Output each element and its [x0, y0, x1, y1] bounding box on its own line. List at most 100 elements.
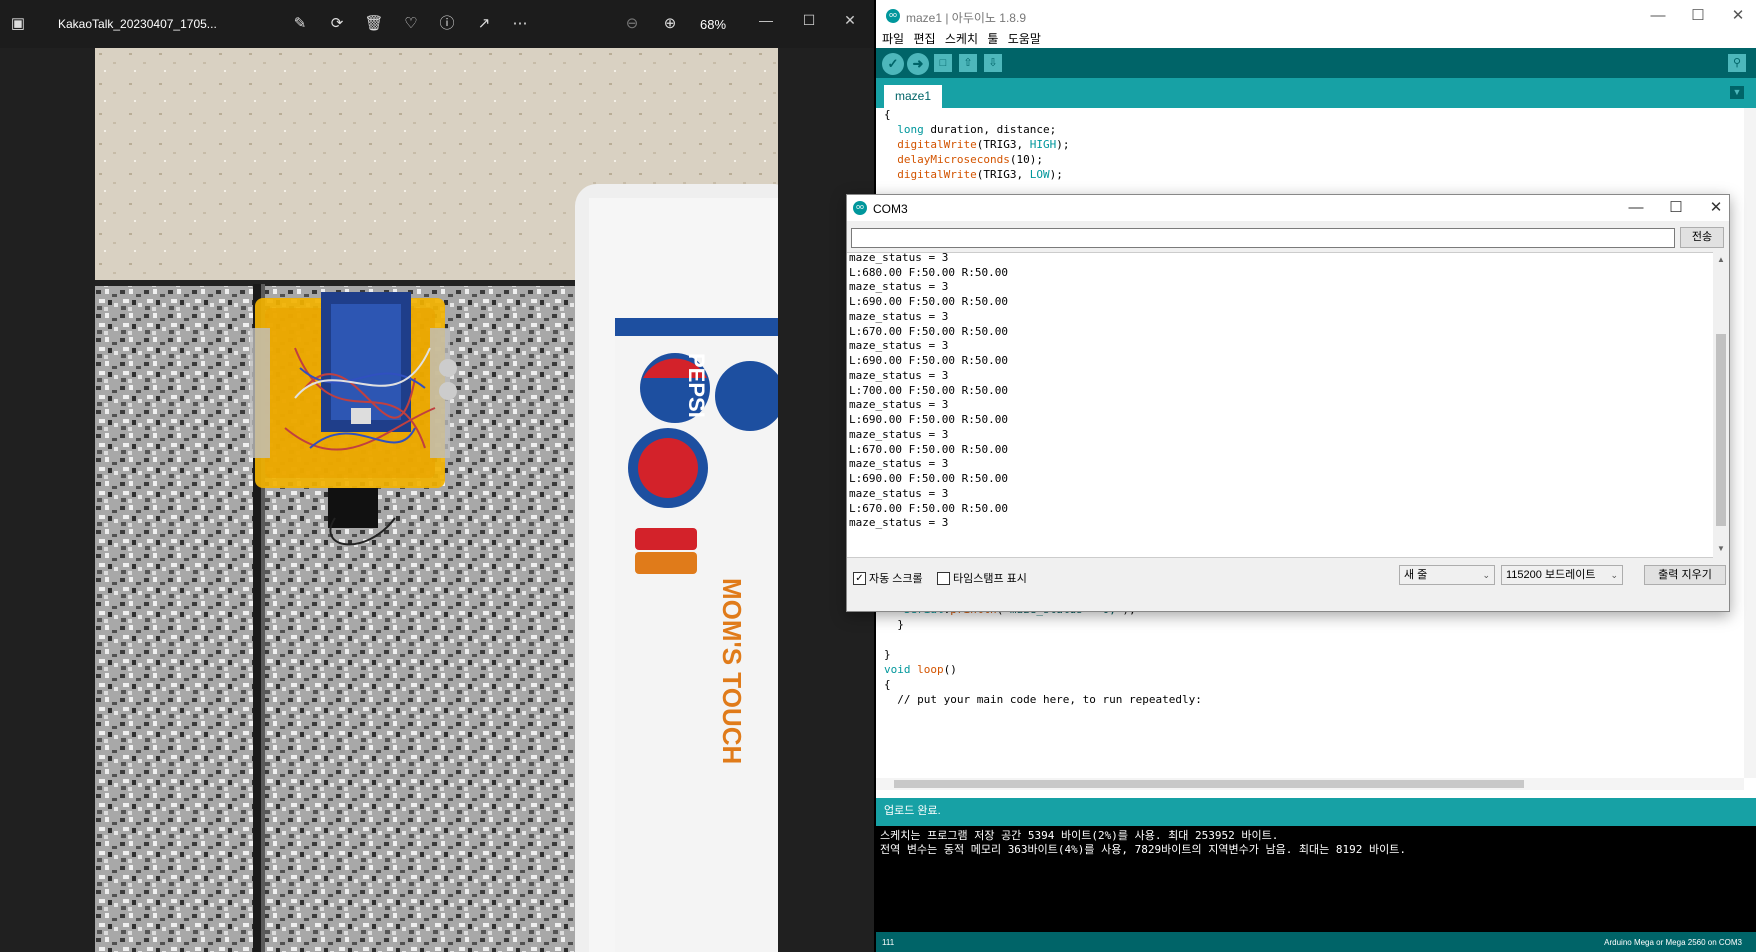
code-line: delayMicroseconds(10); [884, 153, 1043, 169]
menu-edit[interactable]: 편집 [913, 30, 935, 47]
code-token: () [943, 663, 957, 676]
line-ending-value: 새 줄 [1404, 569, 1428, 581]
code-line: { [884, 108, 891, 124]
photo-file-name: KakaoTalk_20230407_1705... [58, 17, 217, 31]
chevron-down-icon: ⌄ [1610, 570, 1618, 580]
minimize-icon[interactable]: — [756, 10, 776, 30]
arduino-logo-icon: oo [853, 201, 867, 215]
line-ending-select[interactable]: 새 줄 ⌄ [1399, 565, 1495, 585]
autoscroll-checkbox[interactable]: ✓ 자동 스크롤 [853, 570, 923, 586]
menu-tools[interactable]: 툴 [987, 30, 998, 47]
close-icon[interactable]: ✕ [1726, 6, 1750, 26]
serial-output-line: L:670.00 F:50.00 R:50.00 [849, 442, 1008, 456]
edit-icon[interactable]: ✎ [288, 12, 312, 36]
serial-controls: ✓ 자동 스크롤 타임스탬프 표시 새 줄 ⌄ 115200 보드레이트 ⌄ 출… [847, 559, 1729, 611]
code-token: void [884, 663, 911, 676]
serial-output-line: maze_status = 3 [849, 368, 949, 382]
serial-output-line: L:700.00 F:50.00 R:50.00 [849, 383, 1008, 397]
serial-output-line: L:670.00 F:50.00 R:50.00 [849, 324, 1008, 338]
code-token: duration, distance; [923, 123, 1057, 136]
maximize-icon[interactable]: ☐ [799, 10, 819, 30]
code-line: { [884, 678, 891, 694]
zoom-out-icon[interactable]: ⊖ [620, 12, 644, 36]
console-line: 스케치는 프로그램 저장 공간 5394 바이트(2%)를 사용. 최대 253… [880, 829, 1279, 842]
serial-output-line: L:690.00 F:50.00 R:50.00 [849, 413, 1008, 426]
code-token: ); [1049, 168, 1063, 181]
autoscroll-label: 자동 스크롤 [869, 573, 923, 585]
chevron-down-icon: ⌄ [1482, 570, 1490, 580]
timestamp-checkbox[interactable]: 타임스탬프 표시 [937, 570, 1027, 586]
code-token: (TRIG3, [976, 138, 1030, 151]
upload-icon[interactable]: ➜ [907, 53, 929, 75]
serial-title-bar: oo COM3 — ☐ ✕ [847, 195, 1729, 221]
editor-scroll-thumb[interactable] [894, 780, 1524, 788]
scroll-down-icon[interactable]: ▼ [1713, 542, 1729, 556]
minimize-icon[interactable]: — [1625, 198, 1647, 218]
rotate-icon[interactable]: ⟳ [325, 12, 349, 36]
more-icon[interactable]: ⋯ [508, 12, 532, 36]
serial-output-line: L:690.00 F:50.00 R:50.00 [849, 354, 1008, 367]
editor-horizontal-scrollbar[interactable] [876, 778, 1744, 790]
maximize-icon[interactable]: ☐ [1686, 6, 1710, 26]
zoom-in-icon[interactable]: ⊕ [658, 12, 682, 36]
photos-viewer-window: ▣ KakaoTalk_20230407_1705... ✎ ⟳ 🗑 ♡ ⓘ ↗… [0, 0, 874, 952]
open-icon[interactable]: ⇧ [959, 54, 977, 72]
status-bar: 업로드 완료. [876, 798, 1756, 826]
code-token: ); [1056, 138, 1070, 151]
minimize-icon[interactable]: — [1646, 6, 1670, 26]
serial-output-line: maze_status = 3 [849, 427, 949, 441]
pepsi-label: PEPSI [684, 353, 709, 418]
menu-sketch[interactable]: 스케치 [945, 30, 978, 47]
serial-output-line: maze_status = 3 [849, 398, 949, 412]
maximize-icon[interactable]: ☐ [1665, 198, 1687, 218]
heart-icon[interactable]: ♡ [399, 12, 423, 36]
code-token: } [884, 648, 891, 661]
photos-app-icon: ▣ [10, 15, 26, 32]
baud-rate-select[interactable]: 115200 보드레이트 ⌄ [1501, 565, 1623, 585]
line-number: 111 [882, 938, 895, 947]
serial-vertical-scrollbar[interactable]: ▲ ▼ [1713, 252, 1729, 558]
checkbox-icon[interactable] [937, 571, 950, 585]
code-line: } [884, 648, 891, 664]
code-token: delayMicroseconds [897, 153, 1010, 166]
clear-output-button[interactable]: 출력 지우기 [1644, 565, 1726, 585]
code-token: { [884, 108, 891, 121]
menu-help[interactable]: 도움말 [1008, 30, 1041, 47]
serial-output-line: L:680.00 F:50.00 R:50.00 [849, 265, 1008, 279]
checkbox-icon[interactable]: ✓ [853, 571, 866, 585]
serial-output-line: L:670.00 F:50.00 R:50.00 [849, 501, 1008, 515]
serial-scroll-thumb[interactable] [1716, 334, 1726, 526]
close-icon[interactable]: ✕ [1705, 198, 1727, 218]
zoom-level[interactable]: 68% [700, 17, 726, 32]
console-output: 스케치는 프로그램 저장 공간 5394 바이트(2%)를 사용. 최대 253… [876, 826, 1756, 932]
code-token: } [884, 618, 904, 631]
scroll-up-icon[interactable]: ▲ [1713, 253, 1729, 267]
verify-icon[interactable]: ✓ [882, 53, 904, 75]
serial-send-input[interactable] [851, 228, 1675, 248]
code-token: long [897, 123, 924, 136]
serial-output-line: maze_status = 3 [849, 457, 949, 471]
code-token: loop [917, 663, 944, 676]
serial-window-title: COM3 [873, 202, 908, 216]
serial-monitor-icon[interactable]: ⚲ [1728, 54, 1746, 72]
new-icon[interactable]: □ [934, 54, 952, 72]
timestamp-label: 타임스탬프 표시 [953, 573, 1027, 585]
info-icon[interactable]: ⓘ [435, 12, 459, 36]
console-line: 전역 변수는 동적 메모리 363바이트(4%)를 사용, 7829바이트의 지… [880, 843, 1407, 856]
tab-menu-icon[interactable]: ▼ [1730, 86, 1744, 99]
close-icon[interactable]: ✕ [840, 10, 860, 30]
share-icon[interactable]: ↗ [472, 12, 496, 36]
code-line: digitalWrite(TRIG3, LOW); [884, 168, 1063, 184]
send-button[interactable]: 전송 [1680, 227, 1724, 248]
save-icon[interactable]: ⇩ [984, 54, 1002, 72]
serial-output-line: maze_status = 3 [849, 280, 949, 294]
serial-output-line: maze_status = 3 [849, 309, 949, 323]
code-line: long duration, distance; [884, 123, 1056, 139]
editor-vertical-scrollbar[interactable] [1744, 108, 1756, 778]
footer-bar: 111 Arduino Mega or Mega 2560 on COM3 [876, 932, 1756, 952]
code-token: (TRIG3, [976, 168, 1030, 181]
menu-file[interactable]: 파일 [882, 30, 904, 47]
code-token: digitalWrite [897, 168, 977, 181]
tab-maze1[interactable]: maze1 [884, 85, 942, 108]
delete-icon[interactable]: 🗑 [362, 12, 386, 36]
